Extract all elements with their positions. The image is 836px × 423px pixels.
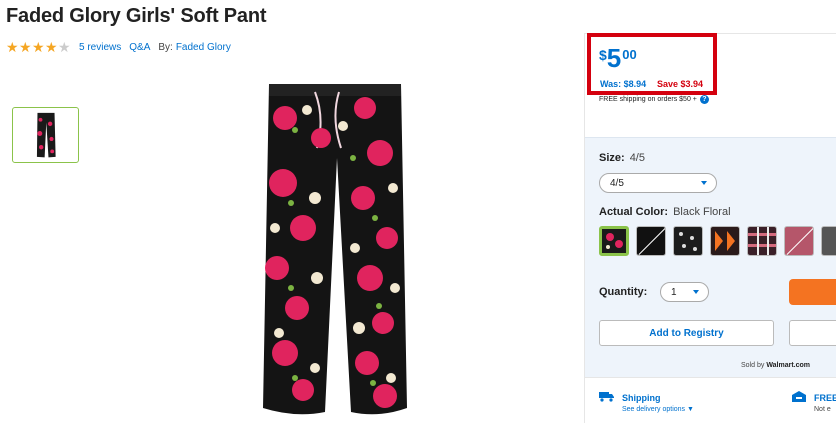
black-floral-swatch[interactable] <box>599 226 629 256</box>
size-select-value: 4/5 <box>610 177 624 189</box>
rating-row: ★ ★ ★ ★ ★ 5 reviews Q&A By: Faded Glory <box>6 40 239 54</box>
add-to-list-button[interactable] <box>789 320 836 346</box>
pants-thumbnail-image <box>36 112 56 158</box>
size-select[interactable]: 4/5 <box>599 173 717 193</box>
orange-print-swatch[interactable] <box>710 226 740 256</box>
add-to-registry-button[interactable]: Add to Registry <box>599 320 774 346</box>
free-shipping-note: FREE shipping on orders $50 + ? <box>599 95 709 104</box>
truck-icon <box>599 392 614 402</box>
color-value: Black Floral <box>673 206 731 218</box>
floral-pattern-icon <box>606 233 623 249</box>
quantity-label: Quantity: <box>599 286 648 298</box>
sold-by-prefix: Sold by <box>741 362 765 369</box>
qa-link[interactable]: Q&A <box>129 42 150 53</box>
sold-by: Sold by Walmart.com <box>741 362 810 369</box>
unavailable-slash-icon <box>638 227 665 255</box>
pickup-sub: Not e <box>814 406 831 413</box>
color-swatches <box>599 226 836 256</box>
product-thumbnail[interactable] <box>12 107 79 163</box>
brand-link[interactable]: Faded Glory <box>176 42 231 53</box>
free-shipping-text: FREE shipping on orders $50 + <box>599 96 697 103</box>
store-icon <box>792 391 806 402</box>
size-label-text: Size: <box>599 152 625 164</box>
delivery-options-text: See delivery options <box>622 406 686 413</box>
size-label: Size: 4/5 <box>599 152 645 164</box>
star-icon: ★ <box>6 39 19 55</box>
reviews-link[interactable]: 5 reviews <box>79 42 121 53</box>
chevron-down-icon <box>693 290 699 294</box>
plaid-swatch[interactable] <box>747 226 777 256</box>
pickup-title[interactable]: FREE <box>814 393 836 403</box>
gray-swatch[interactable] <box>821 226 836 256</box>
size-value: 4/5 <box>629 152 645 164</box>
star-icon: ★ <box>19 39 32 55</box>
product-title: Faded Glory Girls' Soft Pant <box>6 5 267 27</box>
color-label-text: Actual Color: <box>599 206 669 218</box>
star-empty-icon: ★ <box>58 39 71 55</box>
seller-name: Walmart.com <box>766 362 811 369</box>
color-label: Actual Color: Black Floral <box>599 206 731 218</box>
plaid-pattern-icon <box>748 227 776 255</box>
price-highlight-box <box>587 33 717 95</box>
print-pattern-icon <box>715 231 735 251</box>
shipping-title[interactable]: Shipping <box>622 393 661 403</box>
star-rating: ★ ★ ★ ★ ★ <box>6 40 71 54</box>
delivery-options-link[interactable]: See delivery options ▼ <box>622 406 694 413</box>
add-to-cart-button[interactable] <box>789 279 836 305</box>
quantity-value: 1 <box>671 286 677 298</box>
black-print-swatch[interactable] <box>673 226 703 256</box>
quantity-select[interactable]: 1 <box>660 282 709 302</box>
main-product-image <box>263 84 407 415</box>
black-swatch-unavailable[interactable] <box>636 226 666 256</box>
star-icon: ★ <box>45 39 58 55</box>
print-pattern-icon <box>679 232 697 251</box>
star-icon: ★ <box>32 39 45 55</box>
rose-swatch-unavailable[interactable] <box>784 226 814 256</box>
chevron-down-icon <box>701 181 707 185</box>
chevron-down-icon: ▼ <box>687 406 694 413</box>
unavailable-slash-icon <box>786 227 813 255</box>
help-icon[interactable]: ? <box>699 95 709 104</box>
by-label: By: <box>158 41 173 53</box>
